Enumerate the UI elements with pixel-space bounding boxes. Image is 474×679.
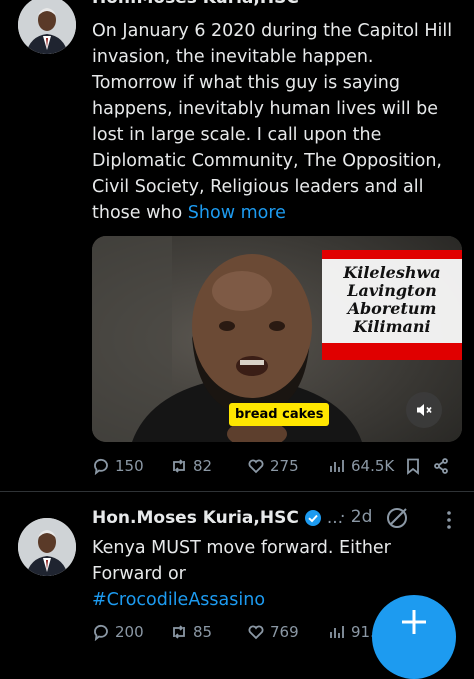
tweet-time[interactable]: · 2d xyxy=(340,507,372,527)
reply-icon xyxy=(94,624,108,641)
retweet-icon xyxy=(173,625,185,639)
banner-line: Kilimani xyxy=(353,317,431,336)
views-button[interactable]: 64.5K xyxy=(328,457,394,475)
like-count: 275 xyxy=(270,457,299,475)
no-entry-icon[interactable] xyxy=(384,505,410,535)
retweet-button[interactable]: 82 xyxy=(170,457,212,475)
plus-icon xyxy=(402,610,426,634)
banner-line: Kileleshwa xyxy=(343,263,441,282)
author-name[interactable]: Hon.Moses Kuria,HSC xyxy=(92,0,299,8)
share-icon xyxy=(434,458,448,474)
volume-muted-icon[interactable] xyxy=(406,392,442,428)
reply-button[interactable]: 200 xyxy=(92,623,144,641)
share-button[interactable] xyxy=(432,457,450,475)
bookmark-button[interactable] xyxy=(404,457,422,475)
views-count: 64.5K xyxy=(351,457,395,475)
tweet-body: On January 6 2020 during the Capitol Hil… xyxy=(92,21,453,223)
reply-icon xyxy=(94,458,108,475)
compose-button[interactable] xyxy=(372,595,456,679)
banner-line: Lavington xyxy=(347,281,437,300)
show-more-link[interactable]: Show more xyxy=(188,203,286,223)
video-banner: Kileleshwa Lavington Aboretum Kilimani xyxy=(322,250,462,360)
bookmark-icon xyxy=(407,458,419,475)
divider xyxy=(0,491,474,492)
video-caption: bread cakes xyxy=(229,403,330,426)
like-button[interactable]: 769 xyxy=(247,623,299,641)
retweet-button[interactable]: 85 xyxy=(170,623,212,641)
reply-count: 200 xyxy=(115,623,144,641)
retweet-icon xyxy=(173,459,185,473)
views-icon xyxy=(330,626,344,638)
avatar[interactable] xyxy=(18,0,76,54)
views-button[interactable]: 91. xyxy=(328,623,375,641)
more-options-icon[interactable] xyxy=(446,511,452,533)
avatar[interactable] xyxy=(18,518,76,576)
like-count: 769 xyxy=(270,623,299,641)
video-player[interactable]: Kileleshwa Lavington Aboretum Kilimani b… xyxy=(92,236,462,442)
heart-icon xyxy=(248,625,264,640)
tweet-body: Kenya MUST move forward. Either Forward … xyxy=(92,538,391,584)
like-button[interactable]: 275 xyxy=(247,457,299,475)
views-icon xyxy=(330,460,344,472)
reply-count: 150 xyxy=(115,457,144,475)
verified-badge-icon xyxy=(304,510,321,526)
retweet-count: 82 xyxy=(193,457,213,475)
tweet-text: On January 6 2020 during the Capitol Hil… xyxy=(92,18,462,226)
retweet-count: 85 xyxy=(193,623,213,641)
reply-button[interactable]: 150 xyxy=(92,457,144,475)
author-name[interactable]: Hon.Moses Kuria,HSC xyxy=(92,508,299,528)
heart-icon xyxy=(248,459,264,474)
tweet-actions: 150 82 275 64.5K xyxy=(92,457,462,479)
banner-line: Aboretum xyxy=(347,299,437,318)
tweet-header: Hon.Moses Kuria,HSC ... xyxy=(92,507,343,529)
